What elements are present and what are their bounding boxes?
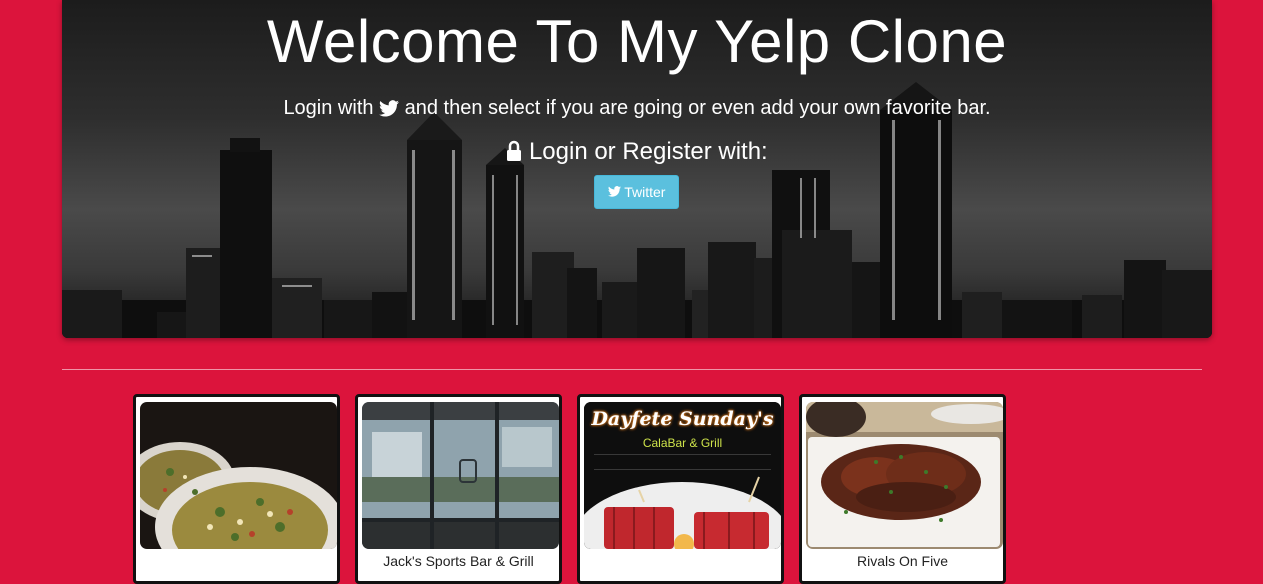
login-heading-text: Login or Register with: [528, 138, 768, 165]
lock-icon [507, 140, 522, 161]
poster-fineprint [594, 454, 771, 470]
instructions-start: Login with [283, 97, 374, 119]
poster-title: Dayfete Sunday's [591, 408, 774, 430]
bar-name: Jack's Sports Bar & Grill [383, 553, 534, 569]
bar-photo: Dayfete Sunday's CalaBar & Grill [584, 402, 781, 549]
bar-photo [362, 402, 559, 549]
hero-banner: Welcome To My Yelp Clone Login with and … [62, 0, 1212, 338]
twitter-button-label: Twitter [624, 184, 666, 200]
twitter-bird-icon [379, 100, 400, 117]
section-divider [62, 369, 1202, 370]
instructions-end: and then select if you are going or even… [404, 97, 991, 119]
bar-card[interactable] [133, 394, 340, 584]
bar-card[interactable]: Dayfete Sunday's CalaBar & Grill [577, 394, 784, 584]
bar-photo [140, 402, 337, 549]
twitter-login-button[interactable]: Twitter [594, 175, 679, 209]
twitter-bird-icon [607, 186, 621, 197]
bar-name: Rivals On Five [856, 553, 949, 569]
login-instructions: Login with and then select if you are go… [62, 96, 1212, 120]
page-title: Welcome To My Yelp Clone [266, 8, 1008, 75]
bar-card[interactable]: Jack's Sports Bar & Grill [355, 394, 562, 584]
bar-photo [806, 402, 1003, 549]
poster-subtitle: CalaBar & Grill [642, 436, 723, 450]
bar-card[interactable]: Rivals On Five [799, 394, 1006, 584]
login-heading: Login or Register with: [62, 138, 1212, 166]
